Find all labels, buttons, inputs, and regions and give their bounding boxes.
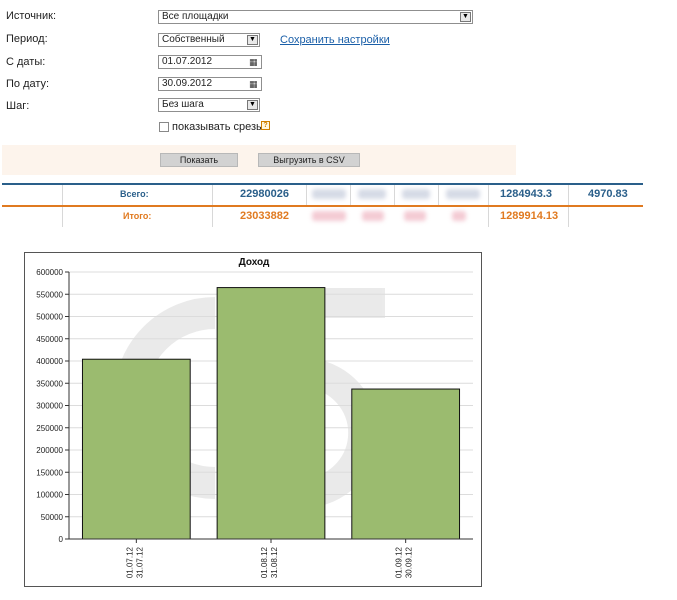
y-tick-label: 100000 [36,491,63,500]
step-select-value: Без шага [162,99,204,110]
period-select[interactable]: Собственный ▼ [158,33,260,47]
period-label: Период: [6,33,48,45]
y-tick-label: 50000 [41,513,64,522]
chevron-down-icon: ▼ [247,35,258,45]
total-all-value-2: 1284943.3 [500,188,552,200]
y-tick-label: 300000 [36,402,63,411]
show-slices-checkbox[interactable] [159,122,169,132]
show-button[interactable]: Показать [160,153,238,167]
total-sum-value-2: 1289914.13 [500,210,559,222]
period-select-value: Собственный [162,34,225,45]
source-select[interactable]: Все площадки ▼ [158,10,473,24]
total-all-value-3: 4970.83 [588,188,628,200]
y-tick-label: 400000 [36,357,63,366]
redacted-cell [404,211,426,221]
y-tick-label: 450000 [36,335,63,344]
chart-canvas: 0 50000 100000 150000 200000 250000 300000 3500… [36,268,473,578]
total-all-value-1: 22980026 [240,188,289,200]
y-tick-label: 600000 [36,268,63,277]
redacted-cell [446,189,480,199]
bar [81,358,191,540]
calendar-icon[interactable]: ▦ [249,79,260,89]
y-tick-label: 500000 [36,313,63,322]
x-tick-label: 01.09.12 [395,546,404,578]
source-select-value: Все площадки [162,11,229,22]
save-settings-link[interactable]: Сохранить настройки [280,34,390,46]
y-tick-label: 200000 [36,446,63,455]
y-tick-label: 150000 [36,468,63,477]
step-select[interactable]: Без шага ▼ [158,98,260,112]
bar [351,388,461,540]
redacted-cell [312,211,346,221]
date-from-input[interactable]: 01.07.2012 ▦ [158,55,262,69]
date-to-value: 30.09.2012 [162,78,213,89]
y-tick-label: 0 [59,535,64,544]
date-to-input[interactable]: 30.09.2012 ▦ [158,77,262,91]
total-sum-value-1: 23033882 [240,210,289,222]
redacted-cell [452,211,466,221]
show-slices-label: показывать срезы [172,121,264,133]
redacted-cell [362,211,384,221]
chart-title: Доход [238,257,270,268]
x-tick-label: 31.07.12 [135,546,144,578]
bar [216,287,326,540]
y-tick-label: 250000 [36,424,63,433]
calendar-icon[interactable]: ▦ [249,57,260,67]
date-from-value: 01.07.2012 [162,56,213,67]
y-tick-label: 350000 [36,379,63,388]
total-all-label: Всего: [120,189,149,199]
x-tick-label: 01.07.12 [125,546,134,578]
totals-middle-border [2,205,643,207]
step-label: Шаг: [6,100,30,112]
redacted-cell [312,189,346,199]
redacted-cell [402,189,430,199]
revenue-chart: Доход 0 50000 100000 150000 200000 250000 3000… [24,252,482,587]
date-from-label: С даты: [6,56,46,68]
y-tick-label: 550000 [36,290,63,299]
date-to-label: По дату: [6,78,50,90]
source-label: Источник: [6,10,57,22]
x-tick-label: 01.08.12 [260,546,269,578]
total-sum-label: Итого: [123,211,152,221]
x-tick-label: 30.09.12 [405,546,414,578]
totals-top-border [2,183,643,185]
chevron-down-icon: ▼ [247,100,258,110]
redacted-cell [358,189,386,199]
x-tick-label: 31.08.12 [270,546,279,578]
chevron-down-icon: ▼ [460,12,471,22]
help-icon[interactable]: ? [261,121,270,130]
export-csv-button[interactable]: Выгрузить в CSV [258,153,360,167]
